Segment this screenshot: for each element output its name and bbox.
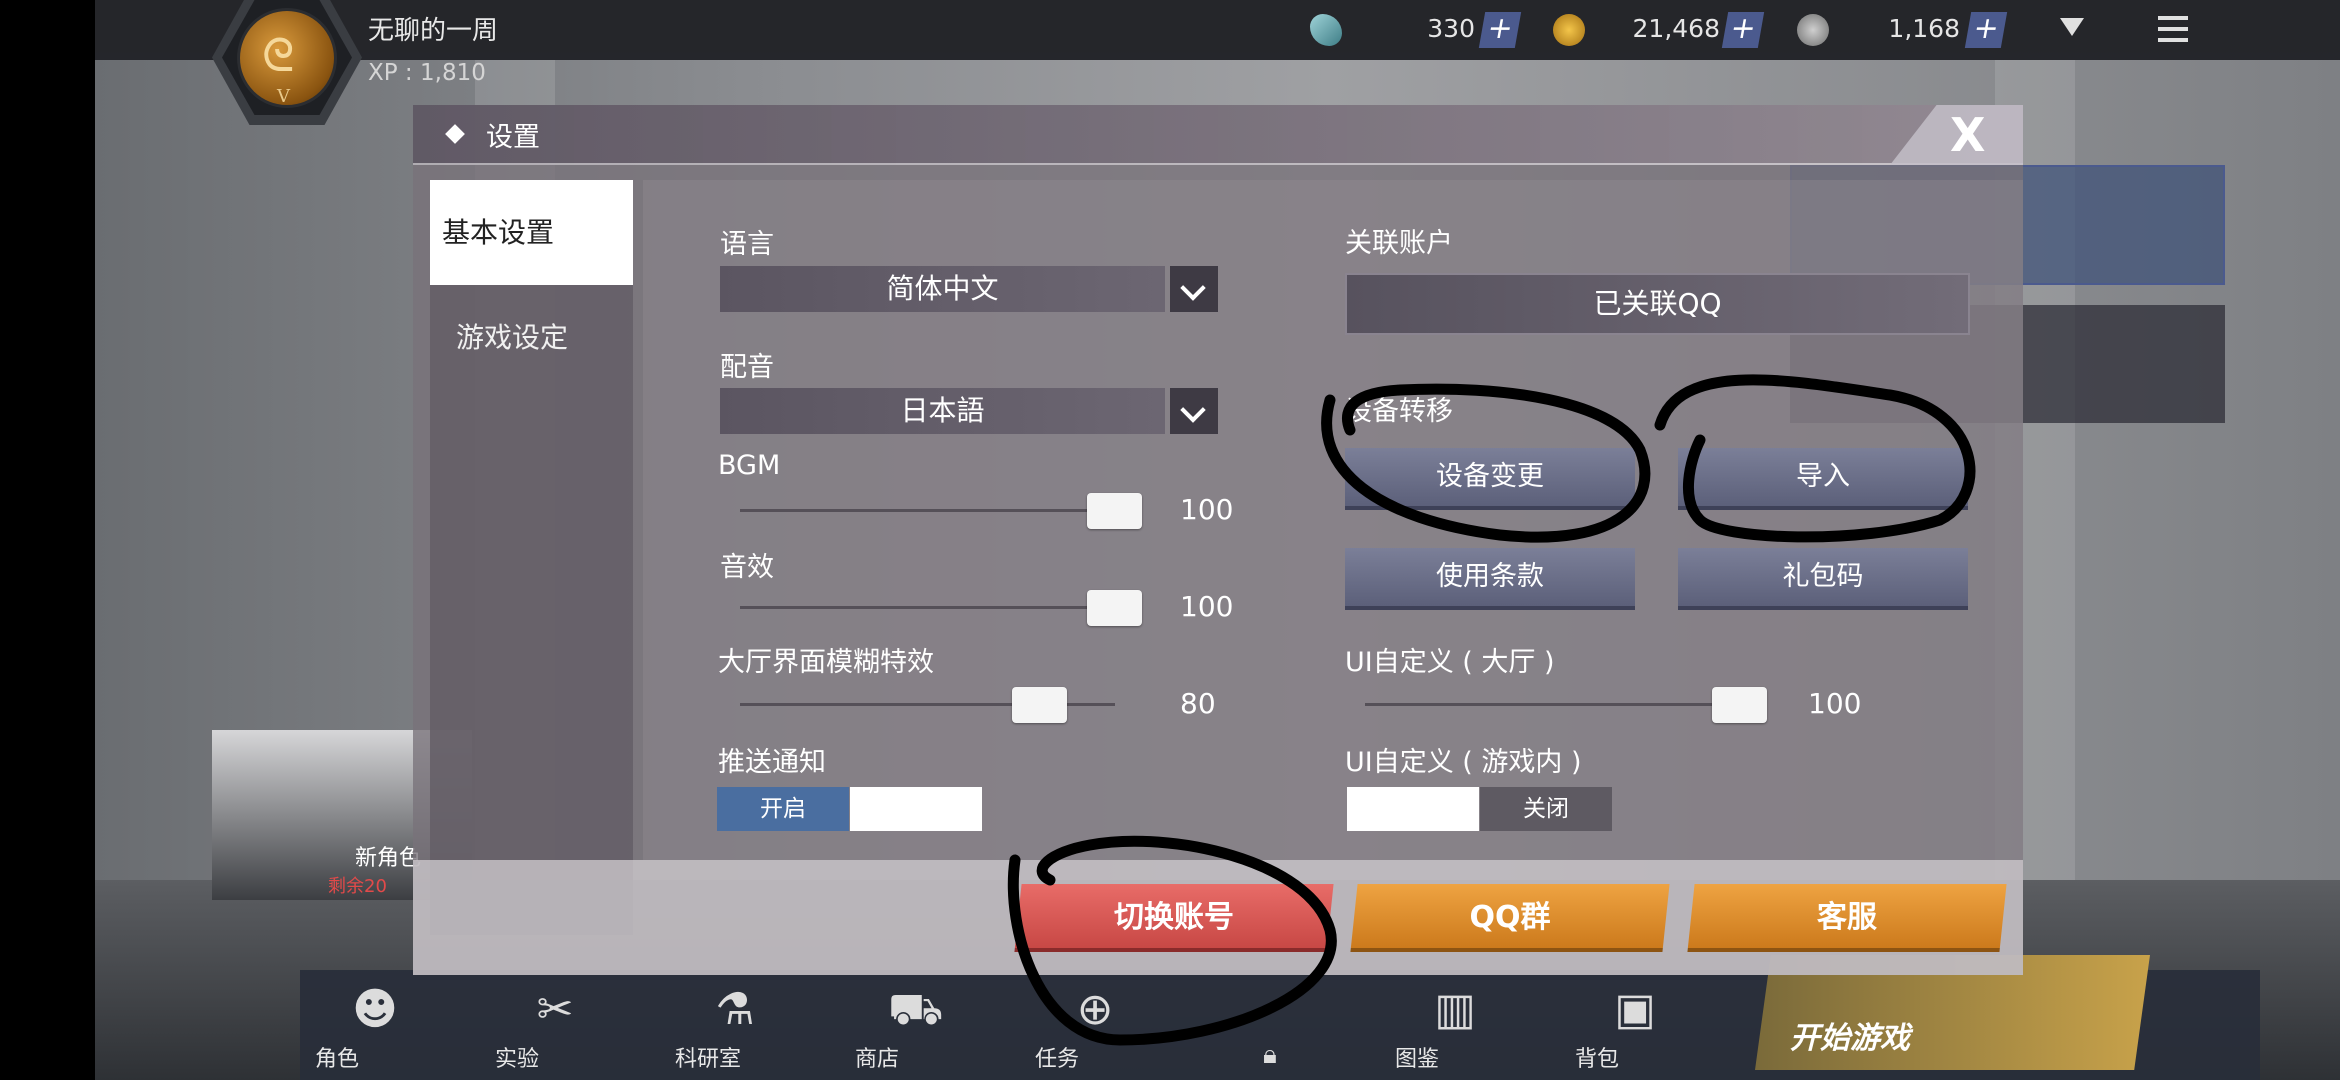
import-label: 导入 xyxy=(1796,461,1850,492)
nav-tasks[interactable]: ⊕ 任务 xyxy=(1035,985,1155,1075)
toggle-off-option: 关闭 xyxy=(1480,787,1612,831)
blur-value: 80 xyxy=(1180,687,1216,720)
letterbox-left xyxy=(0,0,95,1080)
start-game-label: 开始游戏 xyxy=(1790,1021,1910,1056)
language-label: 语言 xyxy=(720,229,774,260)
ui-lobby-label: UI自定义 ( 大厅 ) xyxy=(1345,647,1555,678)
bgm-value: 100 xyxy=(1180,493,1234,526)
nav-shop-label: 商店 xyxy=(855,1047,900,1072)
currency-feather-value: 330 xyxy=(1427,14,1475,43)
ui-lobby-slider-handle[interactable] xyxy=(1712,687,1767,723)
new-character-title: 新角色 xyxy=(355,846,422,871)
linked-account-value: 已关联QQ xyxy=(1593,287,1722,320)
ui-lobby-slider-track[interactable] xyxy=(1365,703,1765,706)
blur-slider-handle[interactable] xyxy=(1012,687,1067,723)
sfx-value: 100 xyxy=(1180,590,1234,623)
nav-character[interactable]: ☻ 角色 xyxy=(315,985,435,1075)
switch-account-button[interactable]: 切换账号 xyxy=(1014,884,1334,952)
player-name: 无聊的一周 xyxy=(368,16,499,46)
device-change-label: 设备变更 xyxy=(1436,461,1544,492)
voice-select[interactable]: 日本語 xyxy=(720,388,1165,434)
ui-lobby-value: 100 xyxy=(1808,687,1862,720)
flask-icon: ⚗ xyxy=(715,984,755,1035)
voice-label: 配音 xyxy=(720,352,774,383)
language-value: 简体中文 xyxy=(886,272,999,305)
tab-basic-settings[interactable]: 基本设置 xyxy=(430,180,633,285)
nav-shop[interactable]: ⛟ 商店 xyxy=(855,985,975,1075)
bgm-label: BGM xyxy=(718,450,781,481)
voice-value: 日本語 xyxy=(900,394,985,427)
chevron-down-icon[interactable] xyxy=(2060,18,2084,36)
nav-backpack[interactable]: ▣ 背包 xyxy=(1575,985,1695,1075)
qq-group-button[interactable]: QQ群 xyxy=(1350,884,1670,952)
toggle-on-option: 开启 xyxy=(717,787,849,831)
toggle-on-option xyxy=(1347,787,1479,831)
push-notification-label: 推送通知 xyxy=(718,747,826,778)
nav-research[interactable]: ⚗ 科研室 xyxy=(675,985,795,1075)
add-token-button[interactable]: + xyxy=(1964,11,2008,48)
sfx-label: 音效 xyxy=(720,552,774,583)
add-coin-button[interactable]: + xyxy=(1721,11,1765,48)
linked-account-label: 关联账户 xyxy=(1345,228,1453,259)
push-notification-toggle[interactable]: 开启 xyxy=(717,787,982,831)
nav-backpack-label: 背包 xyxy=(1575,1047,1620,1072)
currency-coin-value: 21,468 xyxy=(1632,14,1720,43)
cart-icon: ⛟ xyxy=(888,984,944,1035)
nav-experiment[interactable]: ✂ 实验 xyxy=(495,985,615,1075)
tab-game-settings[interactable]: 游戏设定 xyxy=(430,285,633,390)
currency-token-value: 1,168 xyxy=(1888,14,1960,43)
terms-button[interactable]: 使用条款 xyxy=(1345,548,1635,610)
target-icon: ⊕ xyxy=(1076,984,1114,1035)
qq-group-label: QQ群 xyxy=(1469,900,1551,935)
customer-service-button[interactable]: 客服 xyxy=(1687,884,2007,952)
modal-header xyxy=(413,105,2023,165)
switch-account-label: 切换账号 xyxy=(1114,900,1234,935)
gift-code-button[interactable]: 礼包码 xyxy=(1678,548,1968,610)
experiment-icon: ✂ xyxy=(536,984,574,1035)
sfx-slider-handle[interactable] xyxy=(1087,590,1142,626)
coin-icon xyxy=(1553,14,1585,46)
gear-token-icon xyxy=(1797,14,1829,46)
ui-ingame-label: UI自定义 ( 游戏内 ) xyxy=(1345,747,1582,778)
player-xp: XP : 1,810 xyxy=(368,60,486,86)
nav-research-label: 科研室 xyxy=(675,1047,742,1072)
backpack-icon: ▣ xyxy=(1614,984,1656,1035)
bgm-slider-handle[interactable] xyxy=(1087,493,1142,529)
language-select[interactable]: 简体中文 xyxy=(720,266,1165,312)
close-icon[interactable]: X xyxy=(1950,108,1985,162)
ui-ingame-toggle[interactable]: 关闭 xyxy=(1347,787,1612,831)
nav-codex[interactable]: ▥ 图鉴 xyxy=(1395,985,1515,1075)
books-icon: ▥ xyxy=(1434,984,1476,1035)
nav-codex-label: 图鉴 xyxy=(1395,1047,1440,1072)
avatar-emblem-icon: ᘓ xyxy=(262,28,295,82)
character-icon: ☻ xyxy=(352,984,398,1035)
chevron-down-icon[interactable] xyxy=(1170,388,1218,434)
lock-icon: 🔒︎ xyxy=(1263,1040,1277,1070)
new-character-subtitle: 剩余20 xyxy=(328,876,387,897)
add-feather-button[interactable]: + xyxy=(1478,11,1522,48)
nav-experiment-label: 实验 xyxy=(495,1047,540,1072)
terms-label: 使用条款 xyxy=(1436,561,1544,592)
player-rank: V xyxy=(277,86,290,107)
linked-account-display: 已关联QQ xyxy=(1345,273,1970,335)
device-change-button[interactable]: 设备变更 xyxy=(1345,448,1635,510)
blur-effect-label: 大厅界面模糊特效 xyxy=(718,647,934,678)
nav-character-label: 角色 xyxy=(315,1047,360,1072)
chevron-down-icon[interactable] xyxy=(1170,266,1218,312)
customer-service-label: 客服 xyxy=(1817,900,1877,935)
sfx-slider-track[interactable] xyxy=(740,606,1140,609)
device-transfer-label: 设备转移 xyxy=(1345,396,1453,427)
modal-title: 设置 xyxy=(486,122,540,153)
menu-icon[interactable] xyxy=(2158,16,2188,42)
bgm-slider-track[interactable] xyxy=(740,509,1140,512)
gift-code-label: 礼包码 xyxy=(1782,561,1864,592)
toggle-off-option xyxy=(850,787,982,831)
import-button[interactable]: 导入 xyxy=(1678,448,1968,510)
nav-tasks-label: 任务 xyxy=(1035,1047,1080,1072)
